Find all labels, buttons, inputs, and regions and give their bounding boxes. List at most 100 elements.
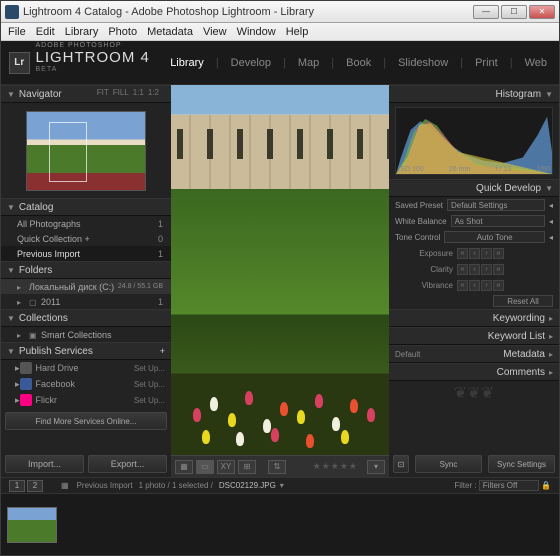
catalog-header[interactable]: ▼Catalog — [1, 198, 171, 216]
quickdev-header[interactable]: Quick Develop▼ — [389, 179, 559, 197]
module-print[interactable]: Print — [471, 55, 502, 71]
workspace: ▼Navigator FIT FILL 1:1 1:2 ▼Catalog All… — [1, 85, 559, 477]
module-develop[interactable]: Develop — [227, 55, 275, 71]
menu-edit[interactable]: Edit — [31, 26, 60, 38]
navigator-header[interactable]: ▼Navigator FIT FILL 1:1 1:2 — [1, 85, 171, 103]
histogram[interactable]: ISO 100 26 mm f / 13 1/60 — [395, 107, 553, 175]
histo-focal: 26 mm — [449, 166, 470, 173]
app-body: Lr ADOBE PHOTOSHOP LIGHTROOM 4 BETA Libr… — [1, 41, 559, 555]
vibrance-row: Vibrance«‹›» — [389, 277, 559, 293]
folder-icon: ▢ — [29, 298, 37, 306]
sync-settings-button[interactable]: Sync Settings — [488, 455, 555, 473]
source-label[interactable]: Previous Import — [77, 481, 133, 490]
import-button[interactable]: Import... — [5, 455, 84, 473]
harddrive-icon — [20, 362, 32, 374]
publish-fb[interactable]: ▸FacebookSet Up... — [1, 376, 171, 392]
toolbar-menu-icon[interactable]: ▾ — [367, 460, 385, 474]
catalog-previous[interactable]: Previous Import1 — [1, 246, 171, 261]
keywordlist-header[interactable]: Keyword List▸ — [389, 327, 559, 345]
loupe-view-icon[interactable]: ▭ — [196, 460, 214, 474]
module-book[interactable]: Book — [342, 55, 375, 71]
keywording-header[interactable]: Keywording▸ — [389, 309, 559, 327]
publish-hd[interactable]: ▸Hard DriveSet Up... — [1, 360, 171, 376]
maximize-button[interactable]: ☐ — [501, 5, 527, 19]
folders-header[interactable]: ▼Folders — [1, 261, 171, 279]
menubar: File Edit Library Photo Metadata View Wi… — [1, 23, 559, 41]
chevron-down-icon[interactable]: ◂ — [549, 201, 553, 210]
menu-library[interactable]: Library — [60, 26, 104, 38]
center-toolbar: ▦ ▭ XY ⊞ ⇅ ★★★★★ ▾ — [171, 455, 389, 477]
menu-window[interactable]: Window — [232, 26, 281, 38]
chevron-down-icon[interactable]: ◂ — [549, 217, 553, 226]
grid-icon[interactable]: ▦ — [61, 481, 69, 490]
chevron-down-icon[interactable]: ◂ — [549, 233, 553, 242]
nav-fit[interactable]: FIT — [97, 88, 109, 97]
sync-button[interactable]: Sync — [415, 455, 482, 473]
filename: DSC02129.JPG — [219, 481, 276, 490]
app-window: Lightroom 4 Catalog - Adobe Photoshop Li… — [0, 0, 560, 556]
app-icon — [5, 5, 19, 19]
minimize-button[interactable]: — — [473, 5, 499, 19]
nav-1-2[interactable]: 1:2 — [148, 88, 159, 97]
page-1[interactable]: 1 — [9, 480, 25, 492]
folder-drive[interactable]: ▸Локальный диск (C:)24.8 / 55.1 GB — [1, 279, 171, 294]
publish-flickr[interactable]: ▸FlickrSet Up... — [1, 392, 171, 408]
grid-view-icon[interactable]: ▦ — [175, 460, 193, 474]
module-picker: Library| Develop| Map| Book| Slideshow| … — [166, 55, 551, 71]
loupe-view[interactable] — [171, 85, 389, 455]
saved-preset-row: Saved Preset Default Settings ◂ — [389, 197, 559, 213]
nav-1-1[interactable]: 1:1 — [133, 88, 144, 97]
filmstrip[interactable] — [1, 493, 559, 555]
lock-icon[interactable]: 🔒 — [541, 481, 551, 490]
survey-view-icon[interactable]: ⊞ — [238, 460, 256, 474]
navigator-preview[interactable] — [1, 103, 171, 198]
wb-select[interactable]: As Shot — [451, 215, 545, 227]
catalog-quick[interactable]: Quick Collection +0 — [1, 231, 171, 246]
comments-header[interactable]: Comments▸ — [389, 363, 559, 381]
branding-bar: Lr ADOBE PHOTOSHOP LIGHTROOM 4 BETA Libr… — [1, 41, 559, 85]
find-services[interactable]: Find More Services Online... — [5, 412, 167, 430]
metadata-header[interactable]: DefaultMetadata▸ — [389, 345, 559, 363]
compare-view-icon[interactable]: XY — [217, 460, 235, 474]
folder-2011[interactable]: ▸▢20111 — [1, 294, 171, 309]
left-panel: ▼Navigator FIT FILL 1:1 1:2 ▼Catalog All… — [1, 85, 171, 477]
menu-metadata[interactable]: Metadata — [142, 26, 198, 38]
histogram-header[interactable]: Histogram▼ — [389, 85, 559, 103]
nav-fill[interactable]: FILL — [113, 88, 129, 97]
auto-tone-button[interactable]: Auto Tone — [444, 231, 545, 243]
brand-sup: ADOBE PHOTOSHOP — [36, 42, 167, 49]
publish-header[interactable]: ▼Publish Services+ — [1, 342, 171, 360]
page-2[interactable]: 2 — [27, 480, 43, 492]
sync-toggle[interactable]: ⊡ — [393, 455, 409, 473]
module-web[interactable]: Web — [521, 55, 551, 71]
count-label: 1 photo / 1 selected / — [139, 481, 213, 490]
smart-collections[interactable]: ▸▣Smart Collections — [1, 327, 171, 342]
module-library[interactable]: Library — [166, 55, 208, 71]
rating-stars[interactable]: ★★★★★ — [313, 461, 358, 472]
menu-file[interactable]: File — [3, 26, 31, 38]
reset-all-button[interactable]: Reset All — [493, 295, 553, 307]
exposure-row: Exposure«‹›» — [389, 245, 559, 261]
menu-photo[interactable]: Photo — [103, 26, 142, 38]
module-slideshow[interactable]: Slideshow — [394, 55, 452, 71]
histo-shutter: 1/60 — [536, 166, 550, 173]
menu-help[interactable]: Help — [281, 26, 314, 38]
menu-view[interactable]: View — [198, 26, 232, 38]
filter-select[interactable]: Filters Off — [479, 480, 539, 491]
dropdown-icon[interactable]: ▾ — [280, 481, 284, 490]
catalog-all[interactable]: All Photographs1 — [1, 216, 171, 231]
right-panel: Histogram▼ ISO 100 26 mm f / 13 1/60 — [389, 85, 559, 477]
close-button[interactable]: ✕ — [529, 5, 555, 19]
center-area: ▦ ▭ XY ⊞ ⇅ ★★★★★ ▾ — [171, 85, 389, 477]
clarity-row: Clarity«‹›» — [389, 261, 559, 277]
flickr-icon — [20, 394, 32, 406]
sort-icon[interactable]: ⇅ — [268, 460, 286, 474]
brand-text: ADOBE PHOTOSHOP LIGHTROOM 4 BETA — [36, 42, 167, 83]
thumbnail[interactable] — [7, 507, 57, 543]
module-map[interactable]: Map — [294, 55, 323, 71]
collections-header[interactable]: ▼Collections — [1, 309, 171, 327]
titlebar[interactable]: Lightroom 4 Catalog - Adobe Photoshop Li… — [1, 1, 559, 23]
export-button[interactable]: Export... — [88, 455, 167, 473]
preset-select[interactable]: Default Settings — [447, 199, 545, 211]
facebook-icon — [20, 378, 32, 390]
